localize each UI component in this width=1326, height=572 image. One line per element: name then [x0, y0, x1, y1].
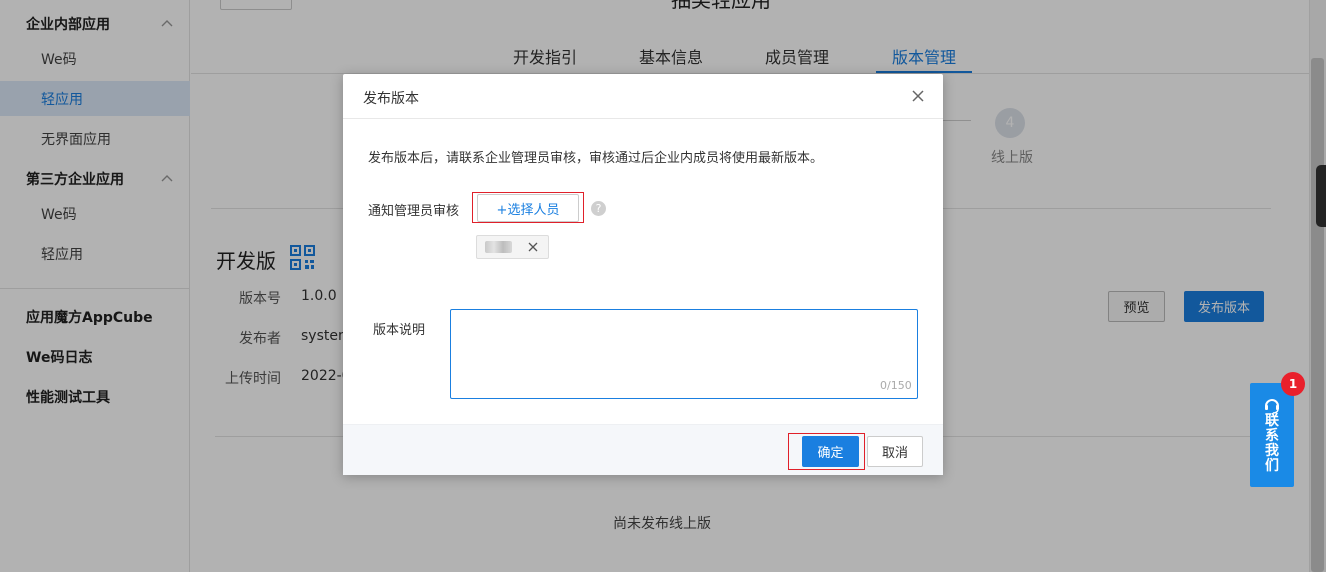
version-notes-input[interactable] [450, 309, 918, 399]
cancel-button[interactable]: 取消 [867, 436, 923, 467]
selected-member-chip [476, 235, 549, 259]
headset-icon [1265, 399, 1279, 414]
dialog-header: 发布版本 [343, 74, 943, 119]
help-icon[interactable]: ? [591, 201, 606, 216]
char-counter: 0/150 [880, 379, 912, 392]
contact-us-label: 联系我们 [1265, 413, 1279, 474]
contact-us-button[interactable]: 联系我们 [1250, 383, 1294, 487]
publish-version-dialog: 发布版本 发布版本后，请联系企业管理员审核，审核通过后企业内成员将使用最新版本。… [343, 74, 943, 475]
notify-admin-label: 通知管理员审核 [368, 204, 460, 219]
version-notes-label: 版本说明 [373, 323, 426, 338]
dialog-footer: 确定 取消 [343, 424, 943, 475]
select-members-button[interactable]: +选择人员 [477, 194, 579, 222]
dialog-title: 发布版本 [363, 91, 419, 107]
dialog-description: 发布版本后，请联系企业管理员审核，审核通过后企业内成员将使用最新版本。 [368, 151, 824, 166]
remove-member-icon[interactable] [527, 241, 539, 253]
confirm-button[interactable]: 确定 [802, 436, 859, 467]
blurred-member-name [485, 241, 512, 253]
notification-badge: 1 [1281, 372, 1305, 396]
close-icon[interactable] [909, 87, 927, 105]
